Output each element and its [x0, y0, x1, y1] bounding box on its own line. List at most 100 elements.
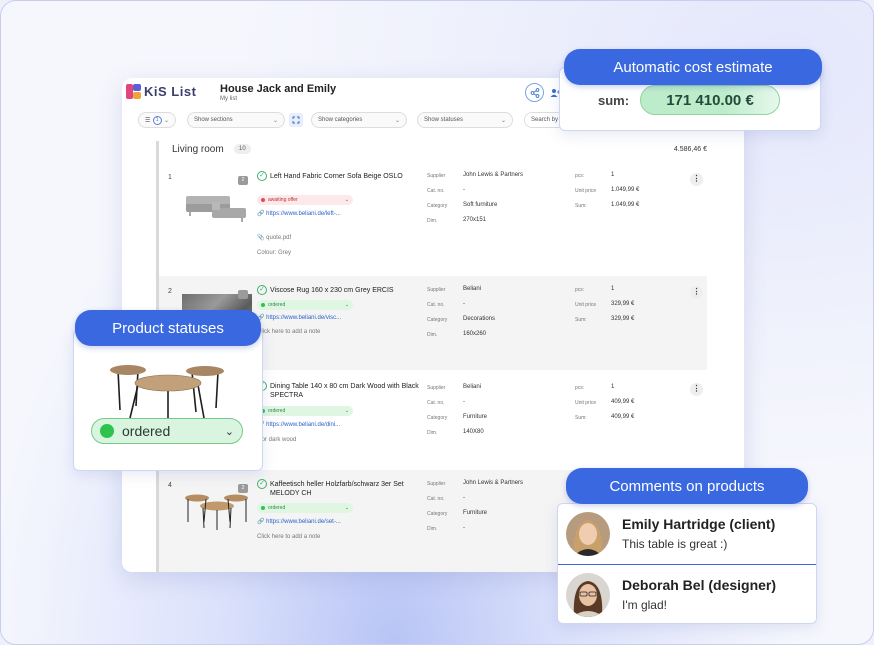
avatar	[566, 512, 610, 556]
attachment[interactable]: 📎 quote.pdf	[257, 234, 291, 241]
sum-label: Sum:	[575, 317, 587, 323]
product-note[interactable]: Colour: Grey	[257, 250, 291, 256]
more-options-icon[interactable]: ⋮	[690, 286, 703, 299]
avatar	[566, 573, 610, 617]
product-row[interactable]: 1 2 ✓ Left Hand Fabric Corner Sofa Beige…	[159, 166, 707, 272]
sum-value: 1.049,99 €	[611, 202, 640, 208]
list-subtitle: My list	[220, 96, 237, 102]
comments-card: Emily Hartridge (client) This table is g…	[557, 503, 817, 624]
status-select[interactable]: ordered ⌄	[257, 406, 353, 416]
chevron-down-icon: ⌄	[272, 117, 278, 124]
statuses-placeholder: Show statuses	[424, 117, 464, 123]
status-select[interactable]: awaiting offer ⌄	[257, 195, 353, 205]
attachment-name: quote.pdf	[266, 235, 292, 241]
section-count-badge: 10	[234, 144, 251, 154]
comment-count-badge[interactable]: 2	[238, 176, 248, 185]
section-title: Living room	[172, 144, 224, 155]
product-note[interactable]: Click here to add a note	[257, 534, 320, 540]
section-header[interactable]: Living room 10 4.586,46 €	[172, 144, 707, 160]
supplier-value: John Lewis & Partners	[463, 172, 524, 178]
cat-no-value: -	[463, 301, 465, 307]
unit-price-value: 329,99 €	[611, 301, 635, 307]
chevron-down-icon: ⌄	[344, 505, 349, 511]
product-note[interactable]: Click here to add a note	[257, 329, 320, 335]
check-icon[interactable]: ✓	[257, 171, 267, 181]
product-link[interactable]: 🔗 https://www.beliani.de/set-...	[257, 518, 341, 525]
sofa-image[interactable]	[182, 182, 252, 232]
status-dropdown[interactable]: ordered ⌄	[91, 418, 243, 444]
category-value: Furniture	[463, 414, 488, 420]
chevron-down-icon: ⌄	[344, 302, 349, 308]
product-name: Dining Table 140 x 80 cm Dark Wood with …	[270, 383, 419, 399]
pcs-value: 1	[611, 172, 615, 178]
expand-button[interactable]	[289, 113, 303, 127]
pcs-label: pcs:	[575, 173, 585, 179]
background-frame: KiS List House Jack and Emily My list ☰ …	[0, 0, 874, 645]
status-select[interactable]: ordered ⌄	[257, 300, 353, 310]
sections-placeholder: Show sections	[194, 117, 233, 123]
cat-no-value: -	[463, 495, 465, 501]
dim-label: Dim.	[427, 526, 438, 532]
comment-item[interactable]: Emily Hartridge (client) This table is g…	[558, 504, 816, 564]
list-title: House Jack and Emily	[220, 83, 337, 95]
sum-label: Sum:	[575, 415, 587, 421]
dim-value: -	[463, 525, 465, 531]
product-link-text: https://www.beliani.de/dini...	[266, 422, 341, 428]
chevron-down-icon: ⌄	[224, 425, 234, 438]
dim-value: 270x151	[463, 217, 487, 223]
comment-item[interactable]: Deborah Bel (designer) I'm glad!	[558, 565, 816, 623]
check-icon[interactable]: ✓	[257, 479, 267, 489]
product-link-text: https://www.beliani.de/left-...	[266, 211, 341, 217]
status-label: awaiting offer	[268, 197, 298, 203]
categories-select[interactable]: Show categories ⌄	[311, 112, 407, 128]
sum-value: 171 410.00 €	[640, 85, 780, 115]
category-label: Category	[427, 317, 448, 323]
more-options-icon[interactable]: ⋮	[690, 173, 703, 186]
category-value: Decorations	[463, 316, 496, 322]
status-select[interactable]: ordered ⌄	[257, 503, 353, 513]
unit-price-label: Unit price	[575, 302, 597, 308]
category-value: Soft furniture	[463, 202, 498, 208]
chevron-down-icon: ⌄	[394, 117, 400, 124]
coffee-tables-image[interactable]	[182, 486, 252, 536]
cat-no-label: Cat. no.	[427, 496, 445, 502]
categories-placeholder: Show categories	[318, 117, 363, 123]
unit-price-label: Unit price	[575, 188, 597, 194]
view-toggle[interactable]: ☰ 1 ⌄	[138, 112, 176, 128]
cost-estimate-pill: Automatic cost estimate	[564, 49, 822, 85]
logo-mark-icon	[126, 84, 141, 99]
dim-value: 140X80	[463, 429, 484, 435]
row-number: 1	[168, 174, 172, 181]
category-value: Furniture	[463, 510, 488, 516]
sum-label: Sum:	[575, 203, 587, 209]
comment-text: This table is great :)	[622, 537, 728, 551]
product-statuses-pill: Product statuses	[75, 310, 261, 346]
chevron-down-icon: ⌄	[163, 117, 169, 124]
product-link[interactable]: 🔗 https://www.beliani.de/visc...	[257, 314, 341, 321]
share-icon	[530, 87, 539, 98]
share-button[interactable]	[525, 83, 544, 102]
dim-label: Dim.	[427, 218, 438, 224]
status-dot	[261, 506, 265, 510]
product-name: Left Hand Fabric Corner Sofa Beige OSLO	[270, 173, 403, 180]
supplier-value: Beliani	[463, 384, 482, 390]
logo[interactable]: KiS List	[126, 84, 196, 99]
expand-icon	[292, 116, 300, 124]
supplier-label: Supplier	[427, 385, 446, 391]
status-dot	[100, 424, 114, 438]
product-link[interactable]: 🔗 https://www.beliani.de/left-...	[257, 210, 341, 217]
cat-no-value: -	[463, 187, 465, 193]
view-badge: 1	[152, 115, 162, 125]
comment-count-badge[interactable]: 2	[238, 484, 248, 493]
comment-author: Emily Hartridge (client)	[622, 516, 776, 532]
sections-select[interactable]: Show sections ⌄	[187, 112, 285, 128]
row-number: 4	[168, 482, 172, 489]
product-name: Viscose Rug 160 x 230 cm Grey ERCIS	[270, 287, 394, 294]
more-options-icon[interactable]: ⋮	[690, 383, 703, 396]
comment-icon[interactable]	[238, 290, 248, 299]
chevron-down-icon: ⌄	[344, 408, 349, 414]
product-link[interactable]: 🔗 https://www.beliani.de/dini...	[257, 421, 340, 428]
statuses-select[interactable]: Show statuses ⌄	[417, 112, 513, 128]
check-icon[interactable]: ✓	[257, 285, 267, 295]
chevron-down-icon: ⌄	[344, 197, 349, 203]
